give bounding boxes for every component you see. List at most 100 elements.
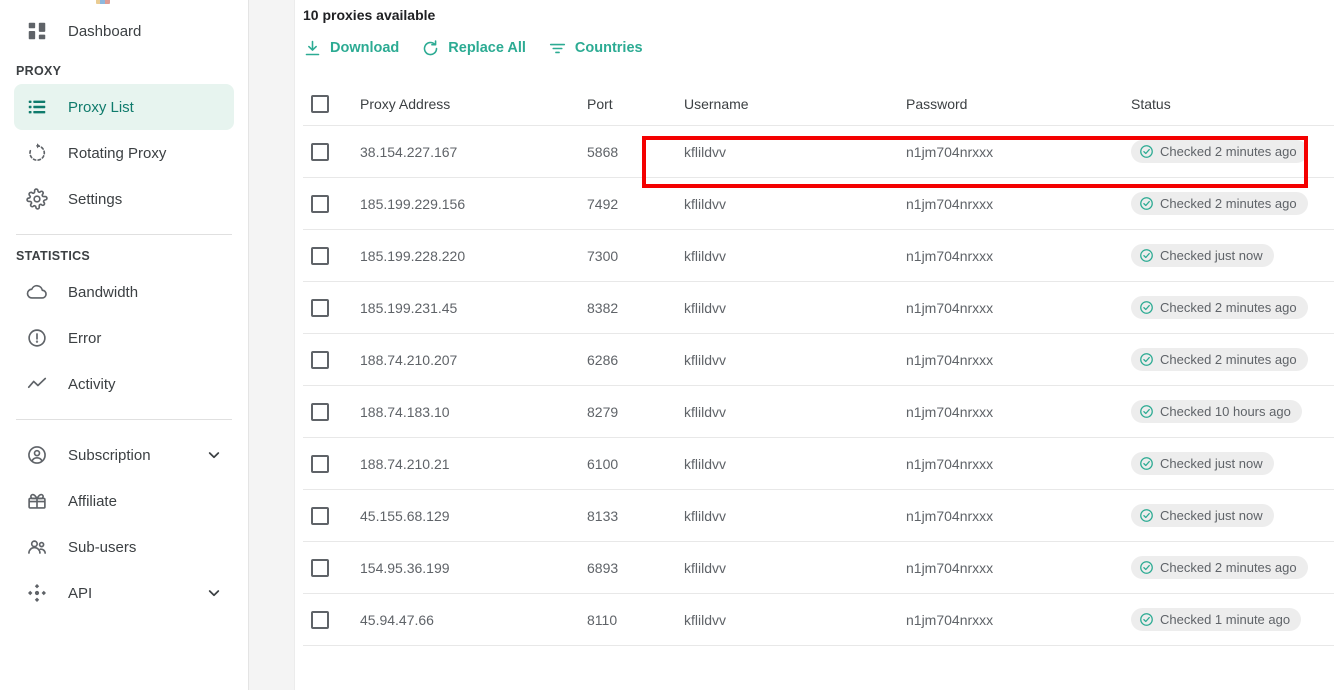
- sidebar-nav: Dashboard PROXY Proxy List Rotating Proxy Se…: [0, 8, 248, 616]
- account-circle-icon: [24, 442, 50, 468]
- cell-password: n1jm704nrxxx: [906, 455, 994, 472]
- chevron-down-icon[interactable]: [206, 447, 222, 463]
- row-select-cell: [303, 298, 360, 317]
- table-row[interactable]: 188.74.183.10 8279 kflildvv n1jm704nrxxx Che…: [303, 386, 1334, 438]
- cell-port: 6893: [587, 559, 619, 576]
- sidebar-top-stub: [0, 0, 248, 8]
- sidebar: Dashboard PROXY Proxy List Rotating Proxy Se…: [0, 0, 248, 690]
- check-circle-icon: [1139, 300, 1154, 315]
- row-select-cell: [303, 350, 360, 369]
- select-all-cell: [303, 94, 360, 113]
- status-badge: Checked just now: [1131, 243, 1274, 267]
- table-row[interactable]: 38.154.227.167 5868 kflildvv n1jm704nrxxx Ch…: [303, 126, 1334, 178]
- sidebar-divider: [16, 419, 232, 420]
- status-badge-label: Checked 2 minutes ago: [1160, 351, 1297, 367]
- column-header-password[interactable]: Password: [906, 96, 1131, 112]
- row-checkbox[interactable]: [311, 610, 329, 629]
- proxies-available-count: 10 proxies available: [303, 7, 436, 23]
- check-circle-icon: [1139, 196, 1154, 211]
- status-badge-label: Checked 2 minutes ago: [1160, 299, 1297, 315]
- row-checkbox[interactable]: [311, 246, 329, 265]
- cell-proxy-address: 188.74.210.207: [360, 351, 458, 368]
- cell-proxy-address: 188.74.183.10: [360, 403, 450, 420]
- filter-icon: [548, 39, 567, 58]
- row-select-cell: [303, 454, 360, 473]
- status-badge: Checked 2 minutes ago: [1131, 295, 1308, 319]
- sidebar-item-label: Proxy List: [68, 98, 134, 116]
- sidebar-section-title: STATISTICS: [16, 249, 91, 263]
- partial-logo-icon: [96, 0, 110, 4]
- table-row[interactable]: 185.199.228.220 7300 kflildvv n1jm704nrxxx C…: [303, 230, 1334, 282]
- row-select-cell: [303, 194, 360, 213]
- cell-port: 8133: [587, 507, 619, 524]
- countries-button[interactable]: Countries: [548, 37, 643, 60]
- cell-port: 6286: [587, 351, 619, 368]
- sidebar-item-api[interactable]: API: [14, 570, 234, 616]
- status-badge-label: Checked 1 minute ago: [1160, 611, 1291, 627]
- cell-username: kflildvv: [684, 507, 727, 524]
- column-header-status[interactable]: Status: [1131, 96, 1334, 112]
- table-row[interactable]: 154.95.36.199 6893 kflildvv n1jm704nrxxx Che…: [303, 542, 1334, 594]
- download-button[interactable]: Download: [303, 37, 399, 60]
- check-circle-icon: [1139, 508, 1154, 523]
- cell-password: n1jm704nrxxx: [906, 299, 994, 316]
- column-header-port[interactable]: Port: [587, 96, 684, 112]
- table-row[interactable]: 185.199.231.45 8382 kflildvv n1jm704nrxxx Ch…: [303, 282, 1334, 334]
- status-badge-label: Checked just now: [1160, 247, 1263, 263]
- sidebar-item-affiliate[interactable]: Affiliate: [14, 478, 234, 524]
- sidebar-item-dashboard[interactable]: Dashboard: [14, 8, 234, 54]
- alert-circle-icon: [24, 325, 50, 351]
- select-all-checkbox[interactable]: [311, 94, 329, 113]
- cell-username: kflildvv: [684, 455, 727, 472]
- people-icon: [24, 534, 50, 560]
- row-checkbox[interactable]: [311, 402, 329, 421]
- cell-proxy-address: 154.95.36.199: [360, 559, 450, 576]
- sidebar-item-subscription[interactable]: Subscription: [14, 432, 234, 478]
- row-checkbox[interactable]: [311, 194, 329, 213]
- sidebar-item-settings[interactable]: Settings: [14, 176, 234, 222]
- row-select-cell: [303, 142, 360, 161]
- cell-port: 8382: [587, 299, 619, 316]
- status-badge: Checked 2 minutes ago: [1131, 347, 1308, 371]
- column-header-proxy-address[interactable]: Proxy Address: [360, 96, 587, 112]
- sidebar-item-bandwidth[interactable]: Bandwidth: [14, 269, 234, 315]
- status-badge-label: Checked 10 hours ago: [1160, 403, 1291, 419]
- cell-proxy-address: 185.199.228.220: [360, 247, 466, 264]
- row-checkbox[interactable]: [311, 454, 329, 473]
- table-row[interactable]: 45.155.68.129 8133 kflildvv n1jm704nrxxx Che…: [303, 490, 1334, 542]
- main-content: 10 proxies available Download Replace All…: [295, 0, 1334, 690]
- sidebar-item-activity[interactable]: Activity: [14, 361, 234, 407]
- row-checkbox[interactable]: [311, 142, 329, 161]
- row-select-cell: [303, 402, 360, 421]
- cell-proxy-address: 45.94.47.66: [360, 611, 434, 628]
- row-checkbox[interactable]: [311, 350, 329, 369]
- sidebar-item-error[interactable]: Error: [14, 315, 234, 361]
- sidebar-item-sub-users[interactable]: Sub-users: [14, 524, 234, 570]
- gear-icon: [24, 186, 50, 212]
- sidebar-item-proxy-list[interactable]: Proxy List: [14, 84, 234, 130]
- row-checkbox[interactable]: [311, 558, 329, 577]
- chevron-down-icon[interactable]: [206, 585, 222, 601]
- cell-status: Checked 2 minutes ago: [1131, 295, 1334, 320]
- cell-username: kflildvv: [684, 247, 727, 264]
- replace-all-button[interactable]: Replace All: [421, 37, 526, 60]
- check-circle-icon: [1139, 404, 1154, 419]
- table-row[interactable]: 188.74.210.207 6286 kflildvv n1jm704nrxxx Ch…: [303, 334, 1334, 386]
- cell-password: n1jm704nrxxx: [906, 507, 994, 524]
- table-row[interactable]: 185.199.229.156 7492 kflildvv n1jm704nrxxx C…: [303, 178, 1334, 230]
- table-row[interactable]: 45.94.47.66 8110 kflildvv n1jm704nrxxx Check…: [303, 594, 1334, 646]
- status-badge: Checked 2 minutes ago: [1131, 191, 1308, 215]
- sidebar-item-label: Affiliate: [68, 492, 117, 510]
- download-button-label: Download: [330, 40, 400, 56]
- gift-icon: [24, 488, 50, 514]
- row-checkbox[interactable]: [311, 506, 329, 525]
- table-row[interactable]: 188.74.210.21 6100 kflildvv n1jm704nrxxx Che…: [303, 438, 1334, 490]
- proxy-toolbar: Download Replace All Countries: [303, 30, 1334, 66]
- cell-status: Checked 2 minutes ago: [1131, 139, 1334, 164]
- sidebar-item-rotating-proxy[interactable]: Rotating Proxy: [14, 130, 234, 176]
- refresh-rotate-icon: [24, 140, 50, 166]
- status-badge-label: Checked 2 minutes ago: [1160, 143, 1297, 159]
- row-checkbox[interactable]: [311, 298, 329, 317]
- column-header-username[interactable]: Username: [684, 96, 906, 112]
- cell-username: kflildvv: [684, 611, 727, 628]
